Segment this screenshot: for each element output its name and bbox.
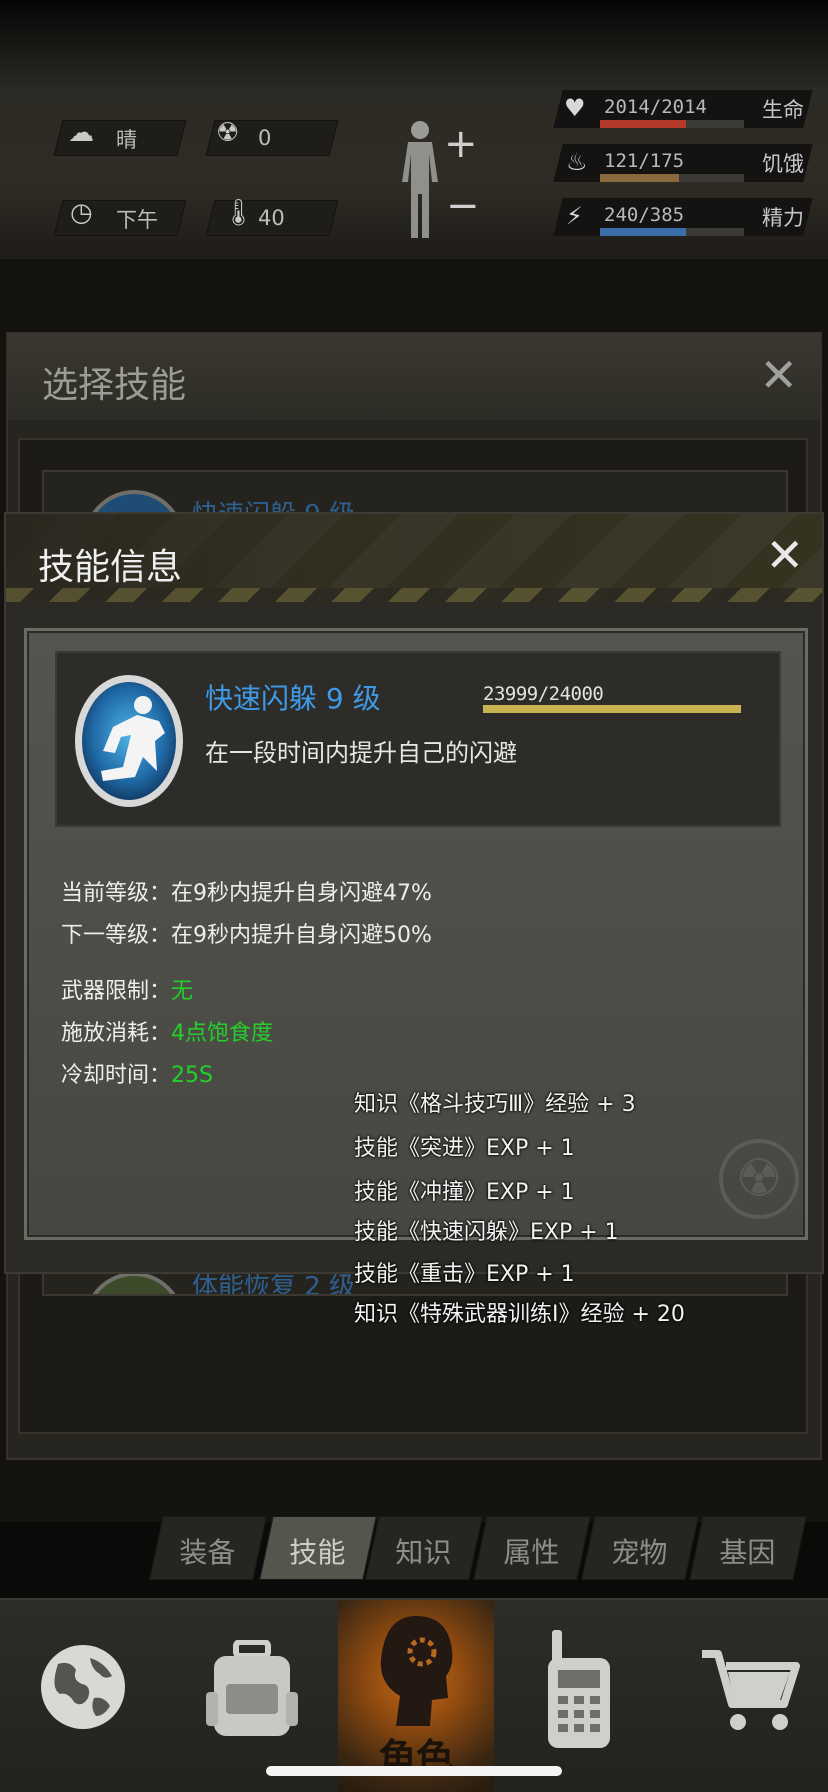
skill-description: 在一段时间内提升自己的闪避 [205, 739, 517, 767]
globe-icon [41, 1645, 125, 1729]
weapon-restriction-value: 无 [171, 979, 194, 1004]
toast-message: 技能《重击》EXP + 1 [354, 1262, 575, 1287]
current-level-value: 在9秒内提升自身闪避47% [171, 881, 432, 906]
current-level-label: 当前等级： [61, 881, 172, 906]
tab-label: 技能 [289, 1536, 346, 1569]
tab-label: 宠物 [611, 1536, 668, 1569]
current-level-row: 当前等级：在9秒内提升自身闪避47% [61, 875, 432, 907]
toast-message: 知识《特殊武器训练Ⅰ》经验 + 20 [354, 1302, 685, 1327]
radiation-value: 0 [258, 126, 272, 150]
heart-pulse-icon: ♥ [564, 94, 586, 122]
time-of-day: 下午 [116, 208, 158, 232]
tab-label: 知识 [395, 1536, 452, 1569]
hunger-label: 饥饿 [762, 152, 804, 176]
radio-icon [548, 1630, 610, 1748]
tab-skills[interactable]: 技能 [259, 1516, 377, 1580]
cart-icon [702, 1650, 800, 1730]
radiation-watermark-icon: ☢ [719, 1139, 799, 1219]
tab-genes[interactable]: 基因 [689, 1516, 807, 1580]
nav-shop[interactable] [660, 1600, 828, 1792]
plus-icon[interactable]: + [444, 124, 478, 164]
cast-cost-label: 施放消耗： [61, 1021, 172, 1046]
lightning-icon: ⚡ [566, 202, 583, 230]
next-level-row: 下一等级：在9秒内提升自身闪避50% [61, 917, 432, 949]
cooldown-value: 25S [171, 1063, 213, 1088]
next-level-value: 在9秒内提升自身闪避50% [171, 923, 432, 948]
status-bar: ☁ 晴 ☢ 0 ◷ 下午 🌡 40 + − ♥ 2014/2014 生命 ♨ 1… [0, 0, 828, 262]
select-skill-title: 选择技能 [42, 365, 187, 406]
tab-pets[interactable]: 宠物 [581, 1516, 699, 1580]
clock-icon: ◷ [70, 198, 93, 228]
minus-icon[interactable]: − [446, 186, 480, 226]
skill-info-header: 技能信息 ✕ [6, 514, 822, 602]
next-level-label: 下一等级： [61, 923, 172, 948]
close-icon[interactable]: ✕ [759, 352, 798, 398]
cast-cost-value: 4点饱食度 [171, 1021, 274, 1046]
backpack-icon [206, 1640, 298, 1736]
bottom-nav: 角色 [0, 1598, 828, 1792]
health-value: 2014/2014 [604, 96, 707, 118]
weapon-restriction-label: 武器限制： [61, 979, 172, 1004]
select-skill-header: 选择技能 ✕ [8, 334, 820, 420]
radiation-icon: ☢ [216, 118, 240, 148]
health-bar [600, 120, 686, 128]
cloud-sun-icon: ☁ [68, 118, 94, 148]
tab-label: 属性 [503, 1536, 560, 1569]
cooldown-label: 冷却时间： [61, 1063, 172, 1088]
weather-text: 晴 [116, 128, 137, 152]
thermometer-icon: 🌡 [222, 198, 256, 228]
nav-radio[interactable] [494, 1600, 660, 1792]
toast-message: 技能《冲撞》EXP + 1 [354, 1180, 575, 1205]
health-label: 生命 [762, 98, 804, 122]
skill-name: 快速闪躲 9 级 [205, 682, 381, 715]
cooldown-row: 冷却时间：25S [61, 1057, 213, 1089]
character-head-icon [380, 1616, 453, 1726]
skill-info-title: 技能信息 [38, 547, 183, 588]
home-indicator[interactable] [266, 1766, 562, 1776]
tab-attributes[interactable]: 属性 [473, 1516, 591, 1580]
nav-character[interactable]: 角色 [338, 1600, 494, 1792]
toast-message: 技能《快速闪躲》EXP + 1 [354, 1220, 619, 1245]
character-subtabs: 装备 技能 知识 属性 宠物 基因 [149, 1516, 818, 1580]
toast-message: 知识《格斗技巧Ⅲ》经验 + 3 [354, 1092, 636, 1117]
energy-label: 精力 [762, 206, 804, 230]
tab-label: 装备 [179, 1536, 236, 1569]
skill-icon [84, 1272, 184, 1294]
tab-equipment[interactable]: 装备 [149, 1516, 267, 1580]
energy-value: 240/385 [604, 204, 685, 226]
tab-label: 基因 [719, 1536, 776, 1569]
nav-inventory[interactable] [168, 1600, 338, 1792]
energy-bar [600, 228, 686, 236]
dodge-skill-icon [75, 675, 183, 807]
skill-exp-bar [483, 705, 741, 713]
nav-world[interactable] [0, 1600, 168, 1792]
hunger-value: 121/175 [604, 150, 685, 172]
close-icon[interactable]: ✕ [765, 532, 804, 578]
cast-cost-row: 施放消耗：4点饱食度 [61, 1015, 273, 1047]
stomach-icon: ♨ [566, 148, 588, 176]
temperature-value: 40 [258, 206, 285, 230]
weapon-restriction-row: 武器限制：无 [61, 973, 193, 1005]
skill-exp-text: 23999/24000 [483, 683, 604, 705]
tab-knowledge[interactable]: 知识 [365, 1516, 483, 1580]
hunger-bar [600, 174, 679, 182]
skill-card: 快速闪躲 9 级 23999/24000 在一段时间内提升自己的闪避 [55, 651, 781, 827]
toast-message: 技能《突进》EXP + 1 [354, 1136, 575, 1161]
